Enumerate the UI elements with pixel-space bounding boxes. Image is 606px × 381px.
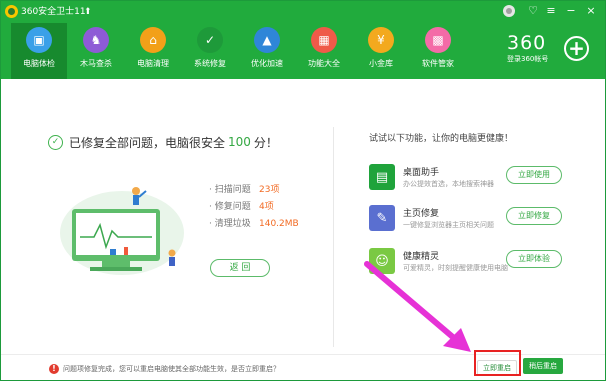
check-circle-icon: ✓ [48, 134, 63, 150]
stat-value: 140.2MB [259, 219, 299, 229]
stat-value: 4项 [259, 202, 274, 212]
feature-action-button[interactable]: 立即修复 [506, 207, 562, 225]
suggest-title: 试试以下功能，让你的电脑更健康！ [369, 134, 514, 144]
nav-item-4[interactable]: ▲ 优化加速 [239, 23, 295, 79]
monitor-icon: ▣ [26, 27, 52, 53]
nav-item-label: 软件管家 [422, 59, 454, 68]
nav-item-label: 电脑体检 [23, 59, 55, 68]
upgrade-arrow-icon[interactable]: ⬆ [84, 6, 92, 18]
brand-360[interactable]: 360 登录360帐号 [507, 33, 571, 64]
main-panel: ✓ 已修复全部问题，电脑很安全 100 分！ · 扫描问题 23项 · 修复问题 4项… [1, 79, 605, 354]
account-login-label[interactable]: 登录360帐号 [507, 54, 571, 64]
nav-item-2[interactable]: ⌂ 电脑清理 [125, 23, 181, 79]
nav-item-label: 小金库 [369, 59, 393, 68]
titlebar: 360安全卫士11 ⬆ ♡ ≡ − × [1, 1, 605, 23]
nav-item-label: 功能大全 [308, 59, 340, 68]
return-button[interactable]: 返 回 [210, 259, 270, 277]
score-value: 100 [228, 135, 251, 149]
grid-icon: ▦ [311, 27, 337, 53]
coin-bag-icon: ¥ [368, 27, 394, 53]
header: 360安全卫士11 ⬆ ♡ ≡ − × ▣ 电脑体检 ♞ 木马查杀 ⌂ 电脑清理 ✓ 系统修复… [1, 1, 605, 79]
stat-value: 23项 [259, 185, 280, 195]
nav-item-label: 系统修复 [194, 59, 226, 68]
app-title: 360安全卫士11 [21, 7, 86, 17]
app-logo-icon [5, 5, 18, 18]
stat-label: · 扫描问题 [209, 185, 251, 195]
stats-list: · 扫描问题 23项 · 修复问题 4项 · 清理垃圾 140.2MB [209, 182, 299, 233]
app-store-icon: ▩ [425, 27, 451, 53]
menu-icon[interactable]: ≡ [544, 4, 558, 18]
nav-item-6[interactable]: ¥ 小金库 [353, 23, 409, 79]
result-suffix: 分！ [253, 135, 278, 150]
nav-item-5[interactable]: ▦ 功能大全 [296, 23, 352, 79]
main-nav: ▣ 电脑体检 ♞ 木马查杀 ⌂ 电脑清理 ✓ 系统修复 ▲ 优化加速 ▦ 功能大全 ¥ 小金库 ▩ 软件管家 [11, 23, 491, 79]
stat-row: · 清理垃圾 140.2MB [209, 216, 299, 233]
desktop-assistant-icon: ▤ [369, 164, 395, 190]
nav-item-7[interactable]: ▩ 软件管家 [410, 23, 466, 79]
restart-notice: 问题项修复完成，您可以重启电脑使其全部功能生效，是否立即重启？ [63, 365, 280, 373]
close-icon[interactable]: × [584, 4, 598, 18]
annotation-arrow [364, 261, 471, 352]
feature-item: ✎ 主页修复一键修复浏览器主页相关问题 立即修复 [369, 203, 569, 235]
wrench-icon: ✎ [369, 205, 395, 231]
nav-item-label: 电脑清理 [137, 59, 169, 68]
stat-label: · 清理垃圾 [209, 219, 251, 229]
nav-item-3[interactable]: ✓ 系统修复 [182, 23, 238, 79]
stat-row: · 扫描问题 23项 [209, 182, 299, 199]
feature-item: ▤ 桌面助手办公提效首选，本地搜索神器 立即使用 [369, 162, 569, 194]
stat-row: · 修复问题 4项 [209, 199, 299, 216]
divider [333, 127, 334, 347]
nav-item-label: 优化加速 [251, 59, 283, 68]
plus-icon[interactable]: + [564, 36, 589, 61]
result-heading: ✓ 已修复全部问题，电脑很安全 100 分！ [48, 132, 278, 152]
nav-item-label: 木马查杀 [80, 59, 112, 68]
app-window: 360安全卫士11 ⬆ ♡ ≡ − × ▣ 电脑体检 ♞ 木马查杀 ⌂ 电脑清理 ✓ 系统修复… [0, 0, 606, 381]
computer-illustration [60, 187, 184, 275]
nav-item-1[interactable]: ♞ 木马查杀 [68, 23, 124, 79]
stat-label: · 修复问题 [209, 202, 251, 212]
horse-icon: ♞ [83, 27, 109, 53]
result-text: 已修复全部问题，电脑很安全 [69, 135, 226, 150]
skin-icon[interactable] [502, 4, 516, 18]
feature-desc: 一键修复浏览器主页相关问题 [403, 221, 494, 229]
feature-title: 主页修复 [403, 209, 440, 219]
feature-title: 桌面助手 [403, 168, 440, 178]
shirt-icon[interactable]: ♡ [526, 4, 540, 18]
broom-icon: ⌂ [140, 27, 166, 53]
warning-icon: ! [49, 364, 59, 374]
rocket-icon: ▲ [254, 27, 280, 53]
feature-action-button[interactable]: 立即使用 [506, 166, 562, 184]
highlight-box [474, 350, 521, 376]
nav-item-0[interactable]: ▣ 电脑体检 [11, 23, 67, 79]
minimize-icon[interactable]: − [564, 4, 578, 18]
shield-icon: ✓ [197, 27, 223, 53]
brand-logo: 360 [507, 32, 547, 54]
restart-later-button[interactable]: 稍后重启 [523, 358, 563, 374]
feature-desc: 办公提效首选，本地搜索神器 [403, 180, 494, 188]
feature-action-button[interactable]: 立即体验 [506, 250, 562, 268]
